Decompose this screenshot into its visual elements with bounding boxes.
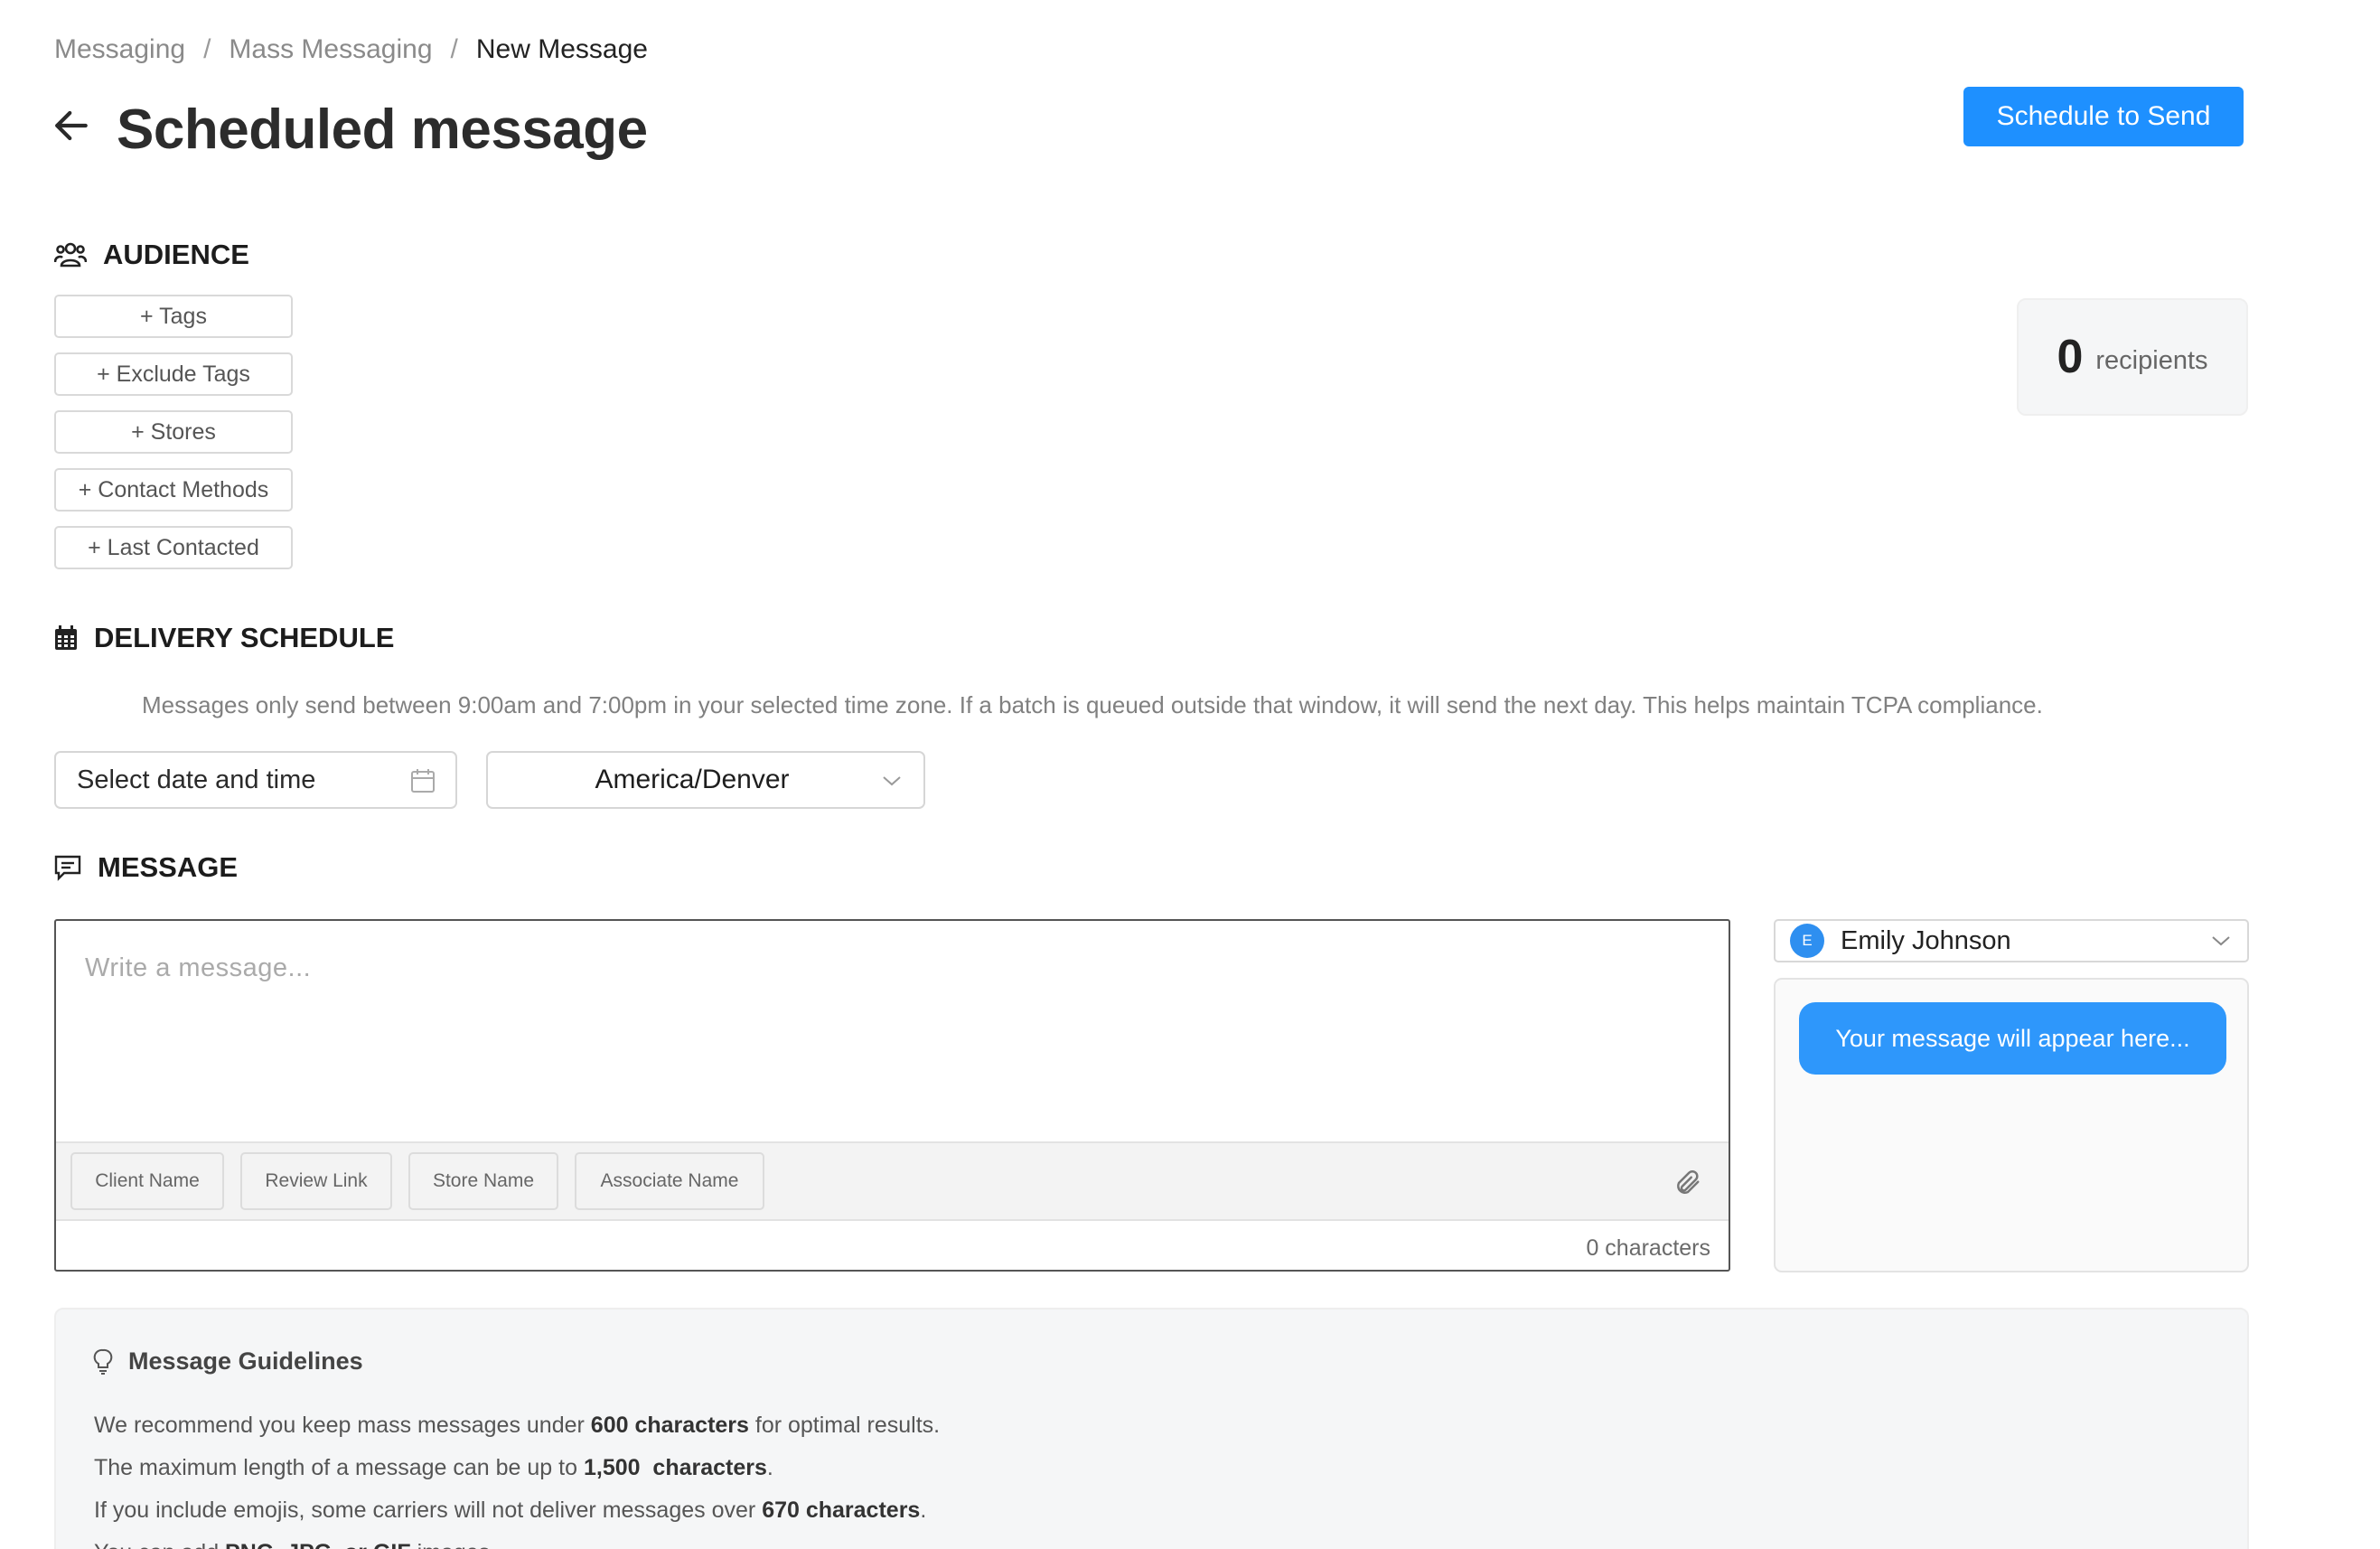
chevron-down-icon: [883, 776, 901, 786]
guideline-text: .: [920, 1497, 927, 1523]
recipients-label: recipients: [2095, 345, 2208, 375]
breadcrumb: Messaging / Mass Messaging / New Message: [54, 34, 648, 65]
associate-name-chip[interactable]: Associate Name: [575, 1152, 764, 1210]
breadcrumb-mass-messaging[interactable]: Mass Messaging: [229, 34, 432, 65]
add-exclude-tags-button[interactable]: + Exclude Tags: [54, 352, 293, 396]
message-placeholder: Write a message...: [85, 953, 312, 982]
message-composer[interactable]: Write a message... Client Name Review Li…: [54, 919, 1730, 1272]
add-tags-button[interactable]: + Tags: [54, 295, 293, 338]
guideline-emphasis: PNG, JPG, or GIF: [225, 1540, 411, 1549]
guideline-line: You can add PNG, JPG, or GIF images.: [94, 1540, 496, 1549]
users-icon: [54, 242, 87, 268]
guideline-line: We recommend you keep mass messages unde…: [94, 1413, 940, 1439]
guideline-emphasis: 670 characters: [762, 1497, 921, 1523]
breadcrumb-separator: /: [450, 34, 458, 64]
delivery-schedule-label: DELIVERY SCHEDULE: [94, 622, 395, 653]
guideline-text: If you include emojis, some carriers wil…: [94, 1497, 763, 1523]
recipients-count-card: 0 recipients: [2017, 298, 2248, 416]
audience-heading-label: AUDIENCE: [103, 239, 249, 270]
guideline-text: .: [766, 1455, 773, 1480]
delivery-schedule-heading: DELIVERY SCHEDULE: [54, 622, 394, 654]
breadcrumb-messaging[interactable]: Messaging: [54, 34, 185, 65]
breadcrumb-current: New Message: [475, 34, 648, 64]
recipients-count: 0: [2057, 331, 2084, 383]
preview-bubble: Your message will appear here...: [1799, 1002, 2226, 1075]
date-time-picker[interactable]: Select date and time: [54, 751, 457, 809]
sender-select[interactable]: E Emily Johnson: [1774, 919, 2249, 962]
timezone-select[interactable]: America/Denver: [486, 751, 925, 809]
arrow-left-icon[interactable]: [52, 107, 90, 145]
client-name-chip[interactable]: Client Name: [70, 1152, 224, 1210]
guideline-line: The maximum length of a message can be u…: [94, 1455, 773, 1481]
page-title: Scheduled message: [117, 99, 648, 161]
paperclip-icon[interactable]: [1674, 1169, 1701, 1197]
guideline-text: We recommend you keep mass messages unde…: [94, 1413, 591, 1438]
audience-heading: AUDIENCE: [54, 239, 249, 271]
guideline-text: images.: [411, 1540, 497, 1549]
avatar: E: [1790, 924, 1824, 958]
sender-name: Emily Johnson: [1841, 925, 2011, 955]
store-name-chip[interactable]: Store Name: [408, 1152, 558, 1210]
guidelines-title-label: Message Guidelines: [128, 1347, 363, 1375]
guideline-emphasis: 1,500 characters: [583, 1455, 767, 1480]
personalization-toolbar: Client Name Review Link Store Name Assoc…: [56, 1141, 1729, 1221]
message-icon: [54, 855, 81, 881]
character-count: 0 characters: [1586, 1235, 1710, 1261]
add-contact-methods-button[interactable]: + Contact Methods: [54, 468, 293, 512]
guideline-text: You can add: [94, 1540, 225, 1549]
page: Messaging / Mass Messaging / New Message…: [0, 0, 2380, 1549]
timezone-value: America/Denver: [595, 765, 790, 794]
message-heading-label: MESSAGE: [98, 851, 239, 883]
message-heading: MESSAGE: [54, 851, 238, 884]
message-preview-pane: Your message will appear here...: [1774, 978, 2249, 1272]
schedule-to-send-button[interactable]: Schedule to Send: [1963, 87, 2244, 146]
breadcrumb-separator: /: [203, 34, 211, 64]
calendar-icon: [55, 625, 77, 650]
chevron-down-icon: [2212, 936, 2230, 946]
guideline-text: for optimal results.: [748, 1413, 941, 1438]
add-last-contacted-button[interactable]: + Last Contacted: [54, 526, 293, 569]
guideline-line: If you include emojis, some carriers wil…: [94, 1497, 926, 1524]
review-link-chip[interactable]: Review Link: [240, 1152, 392, 1210]
add-stores-button[interactable]: + Stores: [54, 410, 293, 454]
date-time-placeholder: Select date and time: [77, 765, 316, 794]
guideline-emphasis: 600 characters: [590, 1413, 749, 1438]
delivery-window-note: Messages only send between 9:00am and 7:…: [142, 691, 2043, 718]
lightbulb-icon: [93, 1348, 113, 1375]
guideline-text: The maximum length of a message can be u…: [94, 1455, 584, 1480]
guidelines-title: Message Guidelines: [92, 1347, 363, 1375]
message-guidelines-panel: Message Guidelines We recommend you keep…: [54, 1308, 2249, 1549]
calendar-outline-icon: [411, 769, 435, 793]
